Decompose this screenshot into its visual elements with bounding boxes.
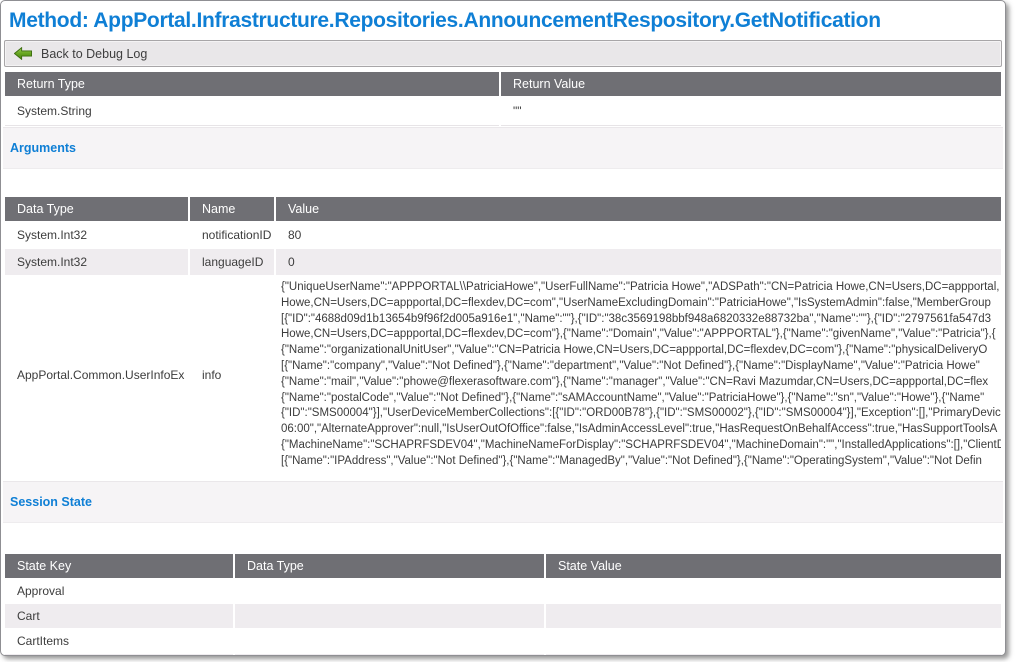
argument-row: System.Int32 notificationID 80 — [5, 222, 1001, 248]
state-data-type-cell — [235, 629, 544, 653]
userinfo-json-line: {"ID":"SMS00004"}],"UserDeviceMemberColl… — [281, 406, 1001, 422]
userinfo-json-line: [{"ID":"4688d09d1b13654b9f96f2d005a916e1… — [281, 312, 1001, 328]
arg-name-header: Name — [190, 197, 274, 221]
userinfo-json-line: {"Name":"mail","Value":"phowe@flexerasof… — [281, 375, 1001, 391]
state-key-cell: CartItems — [5, 629, 233, 653]
userinfo-json-line: [{"Name":"IPAddress","Value":"Not Define… — [281, 454, 1001, 470]
userinfo-json-line: {"MachineName":"SCHAPRFSDEV04","MachineN… — [281, 438, 1001, 454]
argument-row: AppPortal.Common.UserInfoEx info {"Uniqu… — [5, 276, 1001, 474]
state-value-cell — [546, 604, 1001, 628]
return-type-header: Return Type — [5, 72, 499, 96]
return-type-cell: System.String — [5, 97, 499, 126]
state-value-header: State Value — [546, 554, 1001, 578]
session-state-row: dtQuestionAnswers — [5, 654, 1001, 656]
userinfo-json-line: 06:00","AlternateApprover":null,"IsUserO… — [281, 422, 1001, 438]
state-key-cell: Cart — [5, 604, 233, 628]
return-value-header: Return Value — [501, 72, 1001, 96]
arg-data-type-cell: System.Int32 — [5, 222, 188, 248]
session-state-heading: Session State — [10, 495, 92, 509]
session-state-row: Cart — [5, 604, 1001, 628]
arguments-section-band: Arguments — [3, 127, 1003, 169]
arg-value-cell: 80 — [276, 222, 1001, 248]
state-key-cell: dtQuestionAnswers — [5, 654, 233, 656]
state-value-cell — [546, 629, 1001, 653]
back-button-label: Back to Debug Log — [41, 47, 147, 61]
state-key-cell: Approval — [5, 579, 233, 603]
state-key-header: State Key — [5, 554, 233, 578]
state-data-type-cell — [235, 654, 544, 656]
back-arrow-icon — [14, 47, 32, 60]
userinfo-json-line: {"Name":"organizationalUnitUser","Value"… — [281, 343, 1001, 359]
arg-value-header: Value — [276, 197, 1001, 221]
arg-name-cell: info — [190, 276, 274, 474]
arg-data-type-header: Data Type — [5, 197, 188, 221]
arg-value-cell: {"UniqueUserName":"APPPORTAL\\PatriciaHo… — [276, 276, 1001, 474]
userinfo-json-line: {"UniqueUserName":"APPPORTAL\\PatriciaHo… — [281, 280, 1001, 296]
back-to-debug-log-button[interactable]: Back to Debug Log — [4, 40, 1002, 67]
session-state-row: CartItems — [5, 629, 1001, 653]
state-value-cell — [546, 579, 1001, 603]
arg-name-cell: notificationID — [190, 222, 274, 248]
arg-data-type-cell: System.Int32 — [5, 249, 188, 275]
arg-name-cell: languageID — [190, 249, 274, 275]
arg-data-type-cell: AppPortal.Common.UserInfoEx — [5, 276, 188, 474]
arguments-table: Data Type Name Value System.Int32 notifi… — [3, 196, 1003, 475]
userinfo-json-line: Howe,CN=Users,DC=appportal,DC=flexdev,DC… — [281, 296, 1001, 312]
argument-row: System.Int32 languageID 0 — [5, 249, 1001, 275]
userinfo-json-line: [{"Name":"company","Value":"Not Defined"… — [281, 359, 1001, 375]
arguments-heading: Arguments — [10, 141, 76, 155]
page-title: Method: AppPortal.Infrastructure.Reposit… — [3, 3, 1003, 38]
state-data-type-cell — [235, 579, 544, 603]
return-table-row: System.String "" — [5, 97, 1001, 126]
return-table: Return Type Return Value System.String "… — [3, 71, 1003, 127]
userinfo-json-line: Howe,CN=Users,DC=appportal,DC=flexdev,DC… — [281, 327, 1001, 343]
state-data-type-cell — [235, 604, 544, 628]
arg-value-cell: 0 — [276, 249, 1001, 275]
session-state-row: Approval — [5, 579, 1001, 603]
debug-method-window: Method: AppPortal.Infrastructure.Reposit… — [0, 0, 1006, 656]
session-state-table: State Key Data Type State Value Approval… — [3, 553, 1003, 656]
state-data-type-header: Data Type — [235, 554, 544, 578]
userinfo-json-line: {"Name":"postalCode","Value":"Not Define… — [281, 391, 1001, 407]
session-state-section-band: Session State — [3, 481, 1003, 523]
state-value-cell — [546, 654, 1001, 656]
return-value-cell: "" — [501, 97, 1001, 126]
